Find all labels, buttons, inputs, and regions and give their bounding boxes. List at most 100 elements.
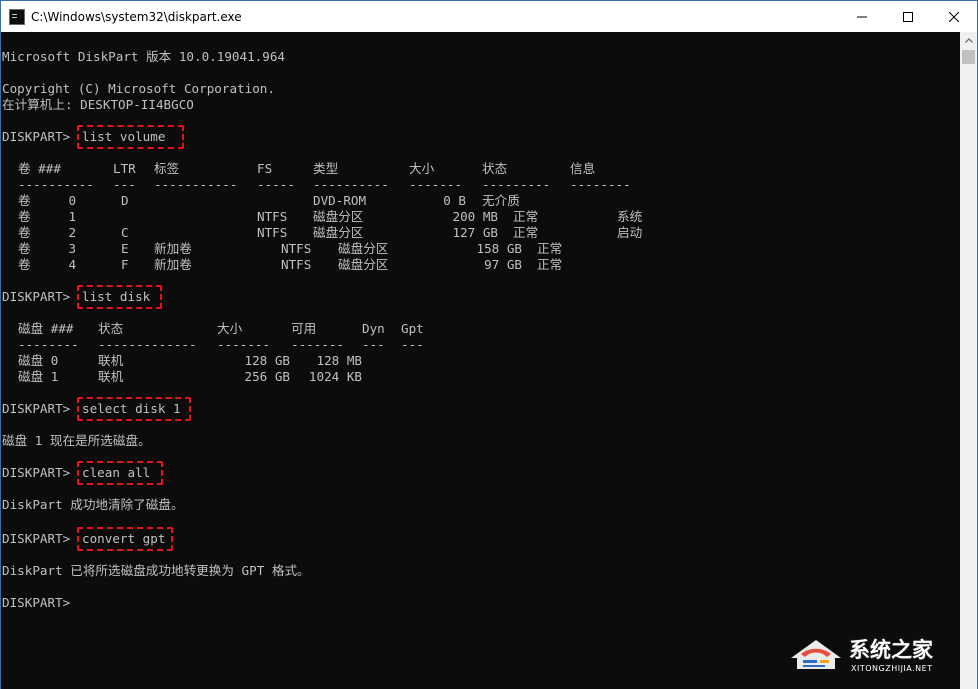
vol-sep-type: ---------- [313, 177, 389, 192]
vol-cell-ltr: D [121, 193, 129, 208]
vol-sep-vol: ---------- [18, 177, 94, 192]
title-bar[interactable]: C:\Windows\system32\diskpart.exe [1, 1, 977, 32]
scroll-up-button[interactable] [960, 32, 977, 49]
watermark-title: 系统之家 [849, 638, 933, 662]
minimize-icon [857, 16, 867, 17]
disk-sep-size: ------- [217, 337, 271, 352]
vol-cell-status: 无介质 [482, 193, 520, 208]
vol-cell-label: 新加卷 [154, 241, 192, 256]
disk-cell-size: 128 GB [244, 353, 291, 368]
vol-cell-fs: NTFS [281, 257, 312, 272]
window-controls [839, 1, 977, 32]
vol-cell-info: 启动 [617, 225, 643, 240]
disk-header-dyn: Dyn [362, 321, 385, 336]
vol-cell-vol: 卷 3 [18, 241, 77, 256]
vol-cell-type: 磁盘分区 [313, 225, 364, 240]
vol-cell-type: DVD-ROM [313, 193, 367, 208]
vol-cell-vol: 卷 2 [18, 225, 77, 240]
vol-cell-type: 磁盘分区 [313, 209, 364, 224]
command-highlight-box [77, 125, 184, 149]
command-highlight-box [77, 461, 163, 485]
copyright-line: Copyright (C) Microsoft Corporation. [2, 81, 275, 96]
watermark-subtitle: XITONGZHIJIA.NET [851, 664, 933, 673]
disk-header-status: 状态 [98, 321, 124, 336]
disk-sep-free: ------- [291, 337, 345, 352]
close-icon [949, 11, 959, 22]
disk-cell-status: 联机 [98, 369, 124, 384]
command-highlight-box [77, 397, 191, 421]
disk-header-gpt: Gpt [401, 321, 424, 336]
disk-sep-disk: -------- [18, 337, 79, 352]
vol-sep-label: ----------- [154, 177, 238, 192]
vol-cell-vol: 卷 0 [18, 193, 77, 208]
convert-result: DiskPart 已将所选磁盘成功地转更换为 GPT 格式。 [2, 563, 310, 578]
vol-cell-ltr: C [121, 225, 129, 240]
disk-sep-status: ------------- [98, 337, 197, 352]
disk-cell-free: 128 MB [316, 353, 363, 368]
prompt: DISKPART> [2, 401, 71, 416]
vol-cell-type: 磁盘分区 [338, 241, 389, 256]
maximize-button[interactable] [885, 1, 931, 32]
clean-result: DiskPart 成功地清除了磁盘。 [2, 497, 184, 512]
disk-cell-free: 1024 KB [308, 369, 362, 384]
prompt: DISKPART> [2, 465, 71, 480]
minimize-button[interactable] [839, 1, 885, 32]
scroll-thumb[interactable] [962, 50, 975, 64]
prompt: DISKPART> [2, 129, 71, 144]
vol-cell-type: 磁盘分区 [338, 257, 389, 272]
vol-sep-info: -------- [570, 177, 631, 192]
vol-cell-ltr: E [121, 241, 129, 256]
scroll-up-arrow-icon [964, 38, 973, 43]
site-watermark: 系统之家 XITONGZHIJIA.NET [787, 626, 963, 684]
vol-header-size: 大小 [409, 161, 435, 176]
vol-cell-fs: NTFS [281, 241, 312, 256]
vol-cell-status: 正常 [537, 241, 563, 256]
vol-sep-status: --------- [482, 177, 551, 192]
console-app-icon [9, 8, 25, 25]
vol-cell-vol: 卷 4 [18, 257, 77, 272]
prompt: DISKPART> [2, 289, 71, 304]
vol-header-status: 状态 [482, 161, 508, 176]
xitongzhijia-logo-icon [791, 640, 841, 669]
disk-cell-size: 256 GB [244, 369, 291, 384]
vol-cell-vol: 卷 1 [18, 209, 77, 224]
vol-cell-status: 正常 [513, 225, 539, 240]
vertical-scrollbar[interactable] [960, 32, 977, 689]
computer-line: 在计算机上: DESKTOP-II4BGCO [2, 97, 194, 112]
disk-header-free: 可用 [291, 321, 317, 336]
vol-header-info: 信息 [570, 161, 596, 176]
window-title: C:\Windows\system32\diskpart.exe [31, 9, 242, 24]
close-button[interactable] [931, 1, 977, 32]
vol-cell-fs: NTFS [257, 225, 288, 240]
vol-cell-size: 0 B [443, 193, 466, 208]
prompt: DISKPART> [2, 531, 71, 546]
vol-cell-info: 系统 [617, 209, 643, 224]
version-line: Microsoft DiskPart 版本 10.0.19041.964 [2, 49, 285, 64]
console-output[interactable]: Microsoft DiskPart 版本 10.0.19041.964 Cop… [1, 32, 961, 689]
vol-header-vol: 卷 ### [18, 161, 61, 176]
vol-cell-status: 正常 [537, 257, 563, 272]
disk-header-disk: 磁盘 ### [18, 321, 74, 336]
command-highlight-box [77, 285, 162, 309]
vol-cell-ltr: F [121, 257, 129, 272]
current-prompt[interactable]: DISKPART> [2, 595, 70, 611]
disk-header-size: 大小 [217, 321, 243, 336]
command-highlight-box [77, 527, 173, 551]
disk-sep-gpt: --- [401, 337, 424, 352]
vol-header-ltr: LTR [113, 161, 136, 176]
disk-cell-status: 联机 [98, 353, 124, 368]
vol-sep-ltr: --- [113, 177, 136, 192]
vol-cell-label: 新加卷 [154, 257, 192, 272]
select-result: 磁盘 1 现在是所选磁盘。 [2, 433, 151, 448]
vol-cell-size: 97 GB [484, 257, 522, 272]
vol-sep-size: ------- [409, 177, 463, 192]
vol-cell-size: 127 GB [452, 225, 499, 240]
vol-cell-size: 158 GB [476, 241, 523, 256]
vol-header-fs: FS [257, 161, 273, 176]
disk-sep-dyn: --- [362, 337, 385, 352]
vol-cell-status: 正常 [513, 209, 539, 224]
vol-header-type: 类型 [313, 161, 339, 176]
vol-sep-fs: ----- [257, 177, 295, 192]
disk-cell-disk: 磁盘 0 [18, 353, 59, 368]
console-window: C:\Windows\system32\diskpart.exe Microso… [0, 0, 978, 689]
